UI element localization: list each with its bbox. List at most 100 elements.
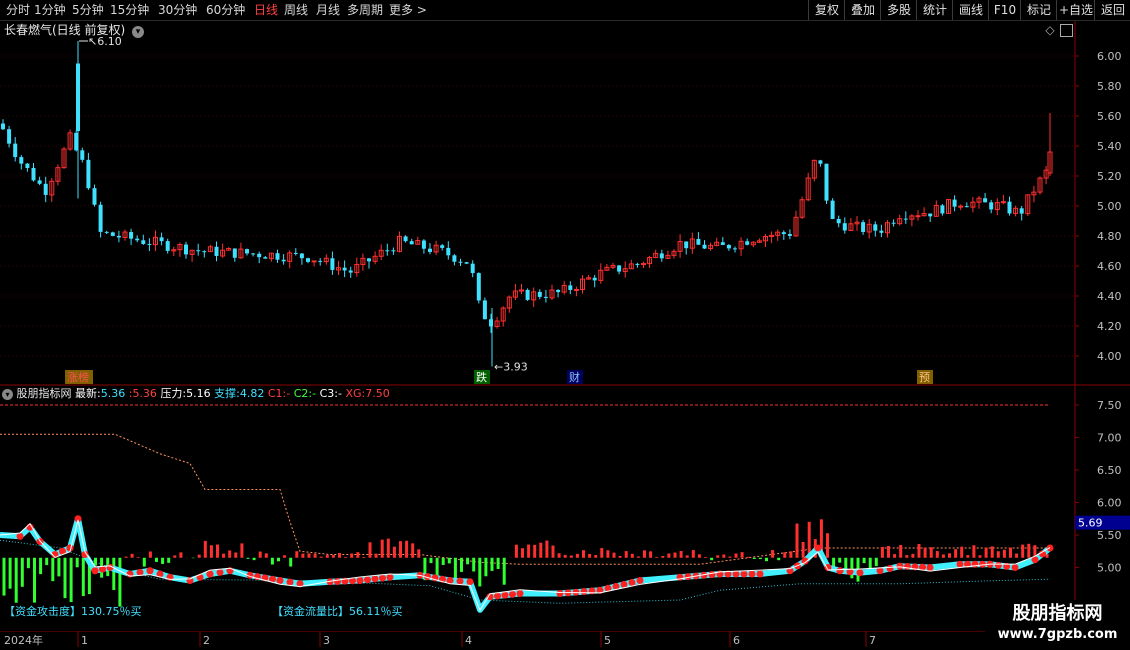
candle-body xyxy=(476,273,481,301)
signal-dot xyxy=(276,577,284,584)
period-tab-10[interactable]: 更多 > xyxy=(389,2,427,18)
histogram-bar xyxy=(990,546,994,558)
signal-dot xyxy=(748,570,756,578)
histogram-bar xyxy=(685,555,689,558)
toolbar-button-7[interactable]: +自选 xyxy=(1056,0,1095,20)
candle-body xyxy=(116,235,121,238)
x-axis-month: 2 xyxy=(203,634,210,647)
histogram-bar xyxy=(75,557,79,568)
signal-dot xyxy=(756,570,764,578)
toolbar-button-4[interactable]: 画线 xyxy=(952,0,989,20)
signal-dot xyxy=(456,577,464,585)
price-chart[interactable]: 6.00 5.80 5.60 5.40 5.20 5.00 4.80 4.60 4.40 4.20… xyxy=(0,21,1130,386)
histogram-bar xyxy=(539,542,543,558)
candle-body xyxy=(458,261,463,263)
histogram-bar xyxy=(392,546,396,558)
candle-body xyxy=(245,249,249,254)
candle-body xyxy=(275,253,280,260)
histogram-bar xyxy=(222,553,226,558)
histogram-bar xyxy=(984,547,988,558)
period-tab-3[interactable]: 15分钟 xyxy=(110,2,149,18)
candle-body xyxy=(318,260,323,262)
period-tab-9[interactable]: 多周期 xyxy=(347,2,383,18)
histogram-bar xyxy=(33,557,36,603)
period-tab-0[interactable]: 分时 xyxy=(6,2,30,18)
candle-body xyxy=(31,167,36,181)
candle-body xyxy=(311,260,317,263)
candle-body xyxy=(861,222,866,232)
toolbar-button-2[interactable]: 多股 xyxy=(880,0,917,20)
histogram-bar xyxy=(880,546,884,558)
histogram-bar xyxy=(838,557,842,563)
toolbar-button-6[interactable]: 标记 xyxy=(1020,0,1057,20)
histogram-bar xyxy=(563,554,567,558)
event-marker: 涨榜 xyxy=(67,370,89,384)
period-tab-7[interactable]: 周线 xyxy=(284,2,308,18)
histogram-bar xyxy=(118,557,122,607)
histogram-bar xyxy=(173,555,177,558)
histogram-bar xyxy=(935,551,939,558)
candle-body xyxy=(903,218,908,220)
histogram-bar xyxy=(679,550,683,558)
attack-text: 【资金攻击度】130.75％买 xyxy=(4,605,142,618)
histogram-bar xyxy=(179,552,183,558)
histogram-bar xyxy=(14,557,18,603)
candle-body xyxy=(76,63,80,131)
candle-body xyxy=(251,253,256,255)
x-axis-month: 6 xyxy=(733,634,740,647)
histogram-bar xyxy=(618,555,622,558)
toolbar-button-3[interactable]: 统计 xyxy=(916,0,953,20)
candle-body xyxy=(928,213,933,217)
histogram-bar xyxy=(283,555,287,558)
diamond-icon[interactable]: ◇ xyxy=(1043,23,1057,37)
candle-body xyxy=(733,248,737,250)
histogram-bar xyxy=(490,557,494,571)
histogram-bar xyxy=(893,554,897,558)
candle-body xyxy=(86,159,91,189)
histogram-bar xyxy=(655,556,659,558)
period-tab-2[interactable]: 5分钟 xyxy=(72,2,104,18)
x-axis-month: 7 xyxy=(869,634,876,647)
period-tab-4[interactable]: 30分钟 xyxy=(158,2,197,18)
histogram-bar xyxy=(258,551,262,558)
histogram-bar xyxy=(264,553,268,558)
candle-body xyxy=(13,143,18,158)
signal-dot xyxy=(146,567,154,575)
signal-dot xyxy=(356,577,364,584)
candle-body xyxy=(19,157,24,164)
histogram-bar xyxy=(972,545,976,558)
candle-body xyxy=(617,265,622,272)
histogram-bar xyxy=(771,550,775,558)
histogram-bar xyxy=(551,545,555,558)
indicator-chart[interactable]: 7.50 7.00 6.50 6.00 5.50 5.00 5.69 xyxy=(0,386,1130,632)
candle-body xyxy=(470,263,475,274)
period-tab-5[interactable]: 60分钟 xyxy=(206,2,245,18)
histogram-bar xyxy=(728,556,732,558)
period-tab-6[interactable]: 日线 xyxy=(254,2,278,18)
toolbar-button-1[interactable]: 叠加 xyxy=(844,0,881,20)
candle-body xyxy=(958,205,964,208)
period-tab-8[interactable]: 月线 xyxy=(316,2,340,18)
candle-body xyxy=(464,262,469,264)
signal-dot xyxy=(856,569,864,577)
period-tab-1[interactable]: 1分钟 xyxy=(34,2,66,18)
toolbar-button-5[interactable]: F10 xyxy=(988,0,1021,20)
candle-body xyxy=(989,202,994,210)
toolbar-button-8[interactable]: 返回 xyxy=(1094,0,1130,20)
histogram-bar xyxy=(533,544,537,558)
candle-body xyxy=(25,163,30,168)
candle-body xyxy=(641,263,646,266)
histogram-bar xyxy=(69,557,73,603)
toolbar-button-0[interactable]: 复权 xyxy=(808,0,845,20)
close-box-icon[interactable] xyxy=(1060,24,1073,37)
histogram-bar xyxy=(612,552,616,558)
candle-body xyxy=(92,188,97,205)
x-axis-month: 1 xyxy=(81,634,88,647)
chevron-down-icon[interactable]: ▾ xyxy=(132,26,145,38)
candle-body xyxy=(263,257,268,259)
attack-line xyxy=(0,515,1052,613)
histogram-bar xyxy=(1015,553,1019,558)
histogram-bar xyxy=(216,544,219,558)
stock-title[interactable]: 长春燃气(日线 前复权) ▾ xyxy=(4,22,145,38)
candle-body xyxy=(196,250,201,252)
